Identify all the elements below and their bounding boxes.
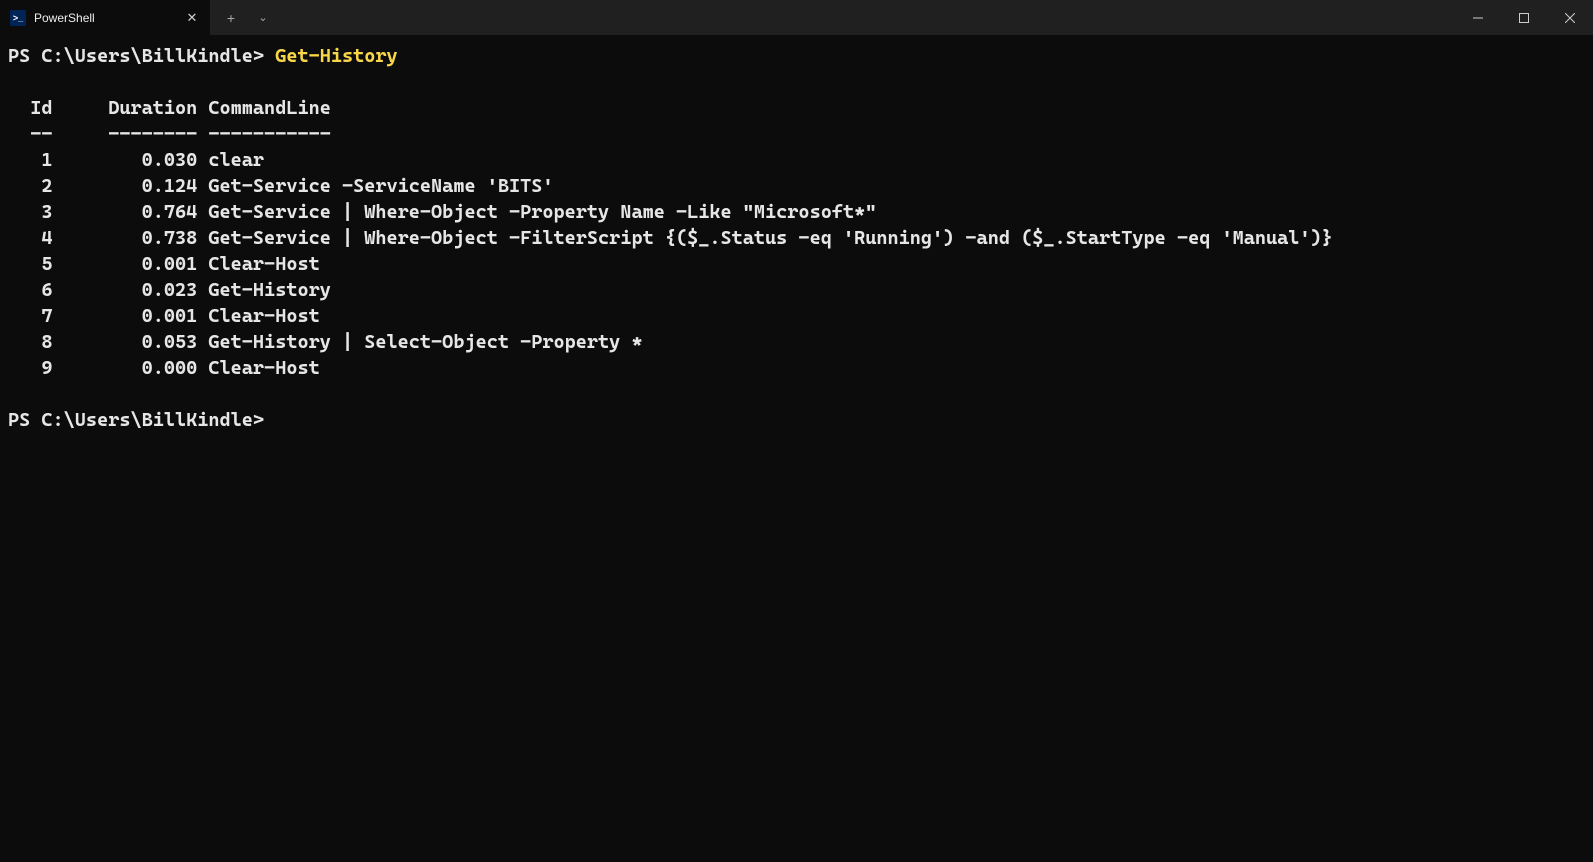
new-tab-button[interactable]: +: [216, 0, 246, 35]
table-row: 8 0.053 Get-History | Select-Object -Pro…: [8, 331, 643, 353]
prompt-line-2: PS C:\Users\BillKindle>: [8, 409, 264, 431]
tab-powershell[interactable]: >_ PowerShell ✕: [0, 0, 210, 35]
table-row: 2 0.124 Get-Service -ServiceName 'BITS': [8, 175, 554, 197]
table-row: 1 0.030 clear: [8, 149, 264, 171]
titlebar-spacer: [278, 0, 1455, 35]
table-row: 4 0.738 Get-Service | Where-Object -Filt…: [8, 227, 1333, 249]
terminal-output[interactable]: PS C:\Users\BillKindle> Get-History Id D…: [0, 35, 1593, 441]
tab-dropdown-button[interactable]: ⌄: [248, 0, 278, 35]
prompt-line-1: PS C:\Users\BillKindle>: [8, 45, 275, 67]
window-controls: [1455, 0, 1593, 35]
tab-actions: + ⌄: [210, 0, 278, 35]
table-header: Id Duration CommandLine: [8, 97, 331, 119]
table-row: 3 0.764 Get-Service | Where-Object -Prop…: [8, 201, 876, 223]
maximize-button[interactable]: [1501, 0, 1547, 35]
table-row: 5 0.001 Clear-Host: [8, 253, 320, 275]
close-window-button[interactable]: [1547, 0, 1593, 35]
command-entered: Get-History: [275, 45, 397, 67]
table-row: 7 0.001 Clear-Host: [8, 305, 320, 327]
minimize-button[interactable]: [1455, 0, 1501, 35]
table-row: 9 0.000 Clear-Host: [8, 357, 320, 379]
table-separator: -- -------- -----------: [8, 123, 331, 145]
close-tab-icon[interactable]: ✕: [184, 10, 200, 26]
titlebar: >_ PowerShell ✕ + ⌄: [0, 0, 1593, 35]
powershell-icon: >_: [10, 10, 26, 26]
cursor[interactable]: [264, 409, 275, 431]
table-row: 6 0.023 Get-History: [8, 279, 331, 301]
tab-title: PowerShell: [34, 11, 176, 25]
